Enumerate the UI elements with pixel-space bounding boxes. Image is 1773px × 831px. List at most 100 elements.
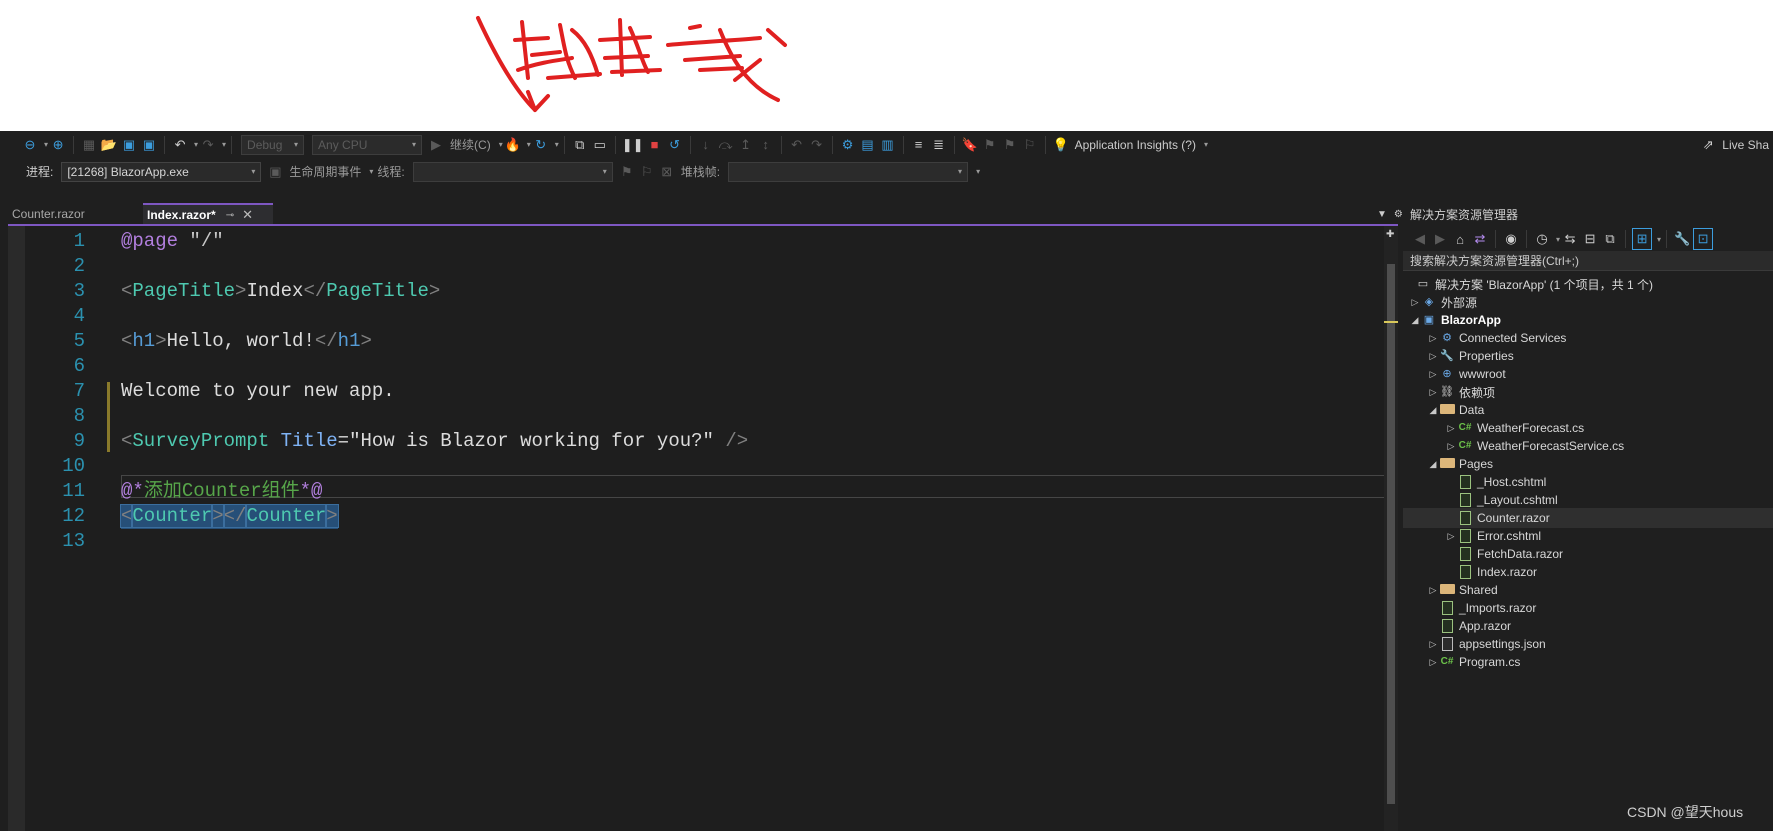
vertical-scrollbar[interactable]: ✚	[1384, 226, 1398, 831]
tree-item[interactable]: ◢ Pages	[1403, 454, 1773, 474]
restart-icon[interactable]: ↻	[532, 135, 550, 155]
tree-item[interactable]: ▷ ⛓ 依赖项	[1403, 382, 1773, 402]
lifecycle-events-label[interactable]: 生命周期事件	[289, 163, 361, 180]
chevron-down-icon[interactable]: ▼	[1377, 209, 1387, 220]
stop-icon[interactable]: ■	[646, 135, 664, 155]
show-next-statement-icon[interactable]: ↕	[757, 135, 775, 155]
tree-item[interactable]: ▷ C# WeatherForecastService.cs	[1403, 436, 1773, 456]
tree-item[interactable]: ▷ ◈ 外部源	[1403, 292, 1773, 312]
collapse-icon[interactable]: ◢	[1409, 315, 1421, 326]
clear-bookmarks-icon[interactable]: ⚐	[1021, 135, 1039, 155]
threads-icon[interactable]: ▥	[879, 135, 897, 155]
new-project-icon[interactable]: ▦	[80, 135, 98, 155]
tab-index-razor[interactable]: Index.razor* ⊸ ✕	[143, 203, 273, 225]
configuration-dropdown[interactable]: Debug ▾	[241, 134, 305, 155]
comment-icon[interactable]: ≡	[910, 135, 928, 155]
restart-debug-icon[interactable]: ↺	[666, 135, 684, 155]
bookmark-icon[interactable]: 🔖	[961, 135, 979, 155]
collapse-icon[interactable]: ◢	[1427, 459, 1439, 470]
tree-item[interactable]: _Imports.razor	[1403, 598, 1773, 618]
expand-icon[interactable]: ▷	[1445, 531, 1457, 542]
process-dropdown[interactable]: [21268] BlazorApp.exe ▾	[61, 161, 262, 182]
tree-item[interactable]: _Layout.cshtml	[1403, 490, 1773, 510]
collapse-all-icon[interactable]: ⊟	[1581, 229, 1599, 249]
preview-icon[interactable]: ⊡	[1693, 228, 1714, 250]
expand-icon[interactable]: ▷	[1445, 423, 1457, 434]
pin-icon[interactable]: ⊸	[226, 210, 234, 221]
collapse-icon[interactable]: ◢	[1427, 405, 1439, 416]
open-file-icon[interactable]: 📂	[100, 135, 118, 155]
live-share-button[interactable]: Live Sha	[1722, 138, 1769, 152]
switch-views-icon[interactable]: ⇄	[1471, 229, 1489, 249]
tree-item[interactable]: ◢ ▣ BlazorApp	[1403, 310, 1773, 330]
close-icon[interactable]: ✕	[242, 207, 253, 223]
step-over-icon[interactable]: ⤼	[717, 135, 735, 155]
step-out-icon[interactable]: ↥	[737, 135, 755, 155]
expand-icon[interactable]: ▷	[1427, 639, 1439, 650]
step-forward-icon[interactable]: ↷	[808, 135, 826, 155]
tree-item[interactable]: ▷ C# Program.cs	[1403, 652, 1773, 672]
tree-item[interactable]: ▷ C# WeatherForecast.cs	[1403, 418, 1773, 438]
tree-item[interactable]: ▷ ⚙ Connected Services	[1403, 328, 1773, 348]
gear-icon[interactable]: ⚙	[1394, 209, 1403, 220]
code-editor[interactable]: 1 @page "/" 2 3 <PageTitle>Index</PageTi…	[8, 226, 1398, 831]
tree-item[interactable]: ▷ ⊕ wwwroot	[1403, 364, 1773, 384]
window-layout-icon[interactable]: ▭	[591, 135, 609, 155]
next-bookmark-icon[interactable]: ⚑	[1001, 135, 1019, 155]
tree-item[interactable]: ▭ 解决方案 'BlazorApp' (1 个项目，共 1 个)	[1403, 274, 1773, 294]
tree-item[interactable]: ▷ Shared	[1403, 580, 1773, 600]
hex-display-icon[interactable]: ▤	[859, 135, 877, 155]
navigate-forward-icon[interactable]: ⊕	[49, 135, 67, 155]
undo-icon[interactable]: ↶	[171, 135, 189, 155]
uncomment-icon[interactable]: ≣	[930, 135, 948, 155]
thread-dropdown[interactable]: ▾	[412, 161, 613, 182]
expand-icon[interactable]: ▷	[1427, 585, 1439, 596]
tree-item[interactable]: _Host.cshtml	[1403, 472, 1773, 492]
tree-item[interactable]: Index.razor	[1403, 562, 1773, 582]
hot-reload-icon[interactable]: 🔥	[504, 135, 522, 155]
prev-bookmark-icon[interactable]: ⚑	[981, 135, 999, 155]
save-all-icon[interactable]: ▣	[140, 135, 158, 155]
application-insights-button[interactable]: Application Insights (?)	[1075, 138, 1196, 152]
pending-changes-icon[interactable]: ◷	[1533, 229, 1551, 249]
tree-item[interactable]: FetchData.razor	[1403, 544, 1773, 564]
pause-icon[interactable]: ❚❚	[622, 135, 644, 155]
save-icon[interactable]: ▣	[120, 135, 138, 155]
tree-item[interactable]: App.razor	[1403, 616, 1773, 636]
stack-frame-dropdown[interactable]: ▾	[728, 161, 969, 182]
tree-item-selected[interactable]: Counter.razor	[1403, 508, 1773, 528]
tree-item[interactable]: ▷ 🔧 Properties	[1403, 346, 1773, 366]
split-icon[interactable]: ✚	[1386, 229, 1394, 240]
flag-thread-icon[interactable]: ⚑	[618, 162, 636, 182]
globe-icon[interactable]: ◉	[1502, 229, 1520, 249]
tree-item[interactable]: ◢ Data	[1403, 400, 1773, 420]
expand-icon[interactable]: ▷	[1427, 351, 1439, 362]
hide-icon[interactable]: ⊠	[658, 162, 676, 182]
home-icon[interactable]: ⌂	[1451, 229, 1469, 249]
sync-icon[interactable]: ⇆	[1561, 229, 1579, 249]
navigate-back-icon[interactable]: ⊖	[21, 135, 39, 155]
browser-link-icon[interactable]: ⧉	[571, 135, 589, 155]
continue-play-icon[interactable]: ▶	[427, 135, 445, 155]
step-into-icon[interactable]: ↓	[697, 135, 715, 155]
expand-icon[interactable]: ▷	[1445, 441, 1457, 452]
flag-icon[interactable]: ⚐	[638, 162, 656, 182]
forward-icon[interactable]: ▶	[1431, 229, 1449, 249]
tree-item[interactable]: ▷ Error.cshtml	[1403, 526, 1773, 546]
redo-icon[interactable]: ↷	[199, 135, 217, 155]
filter-icon[interactable]: ⊞	[1632, 228, 1653, 250]
expand-icon[interactable]: ▷	[1427, 387, 1439, 398]
expand-icon[interactable]: ▷	[1427, 333, 1439, 344]
lifecycle-events-icon[interactable]: ▣	[266, 162, 284, 182]
tab-counter-razor[interactable]: Counter.razor	[8, 203, 143, 225]
tree-item[interactable]: ▷ appsettings.json	[1403, 634, 1773, 654]
scrollbar-thumb[interactable]	[1387, 264, 1395, 804]
properties-wrench-icon[interactable]: 🔧	[1673, 229, 1691, 249]
diagnostic-tools-icon[interactable]: ⚙	[839, 135, 857, 155]
expand-icon[interactable]: ▷	[1427, 369, 1439, 380]
expand-icon[interactable]: ▷	[1427, 657, 1439, 668]
expand-icon[interactable]: ▷	[1409, 297, 1421, 308]
show-all-files-icon[interactable]: ⧉	[1601, 229, 1619, 249]
step-back-icon[interactable]: ↶	[788, 135, 806, 155]
continue-label[interactable]: 继续(C)	[450, 136, 491, 153]
